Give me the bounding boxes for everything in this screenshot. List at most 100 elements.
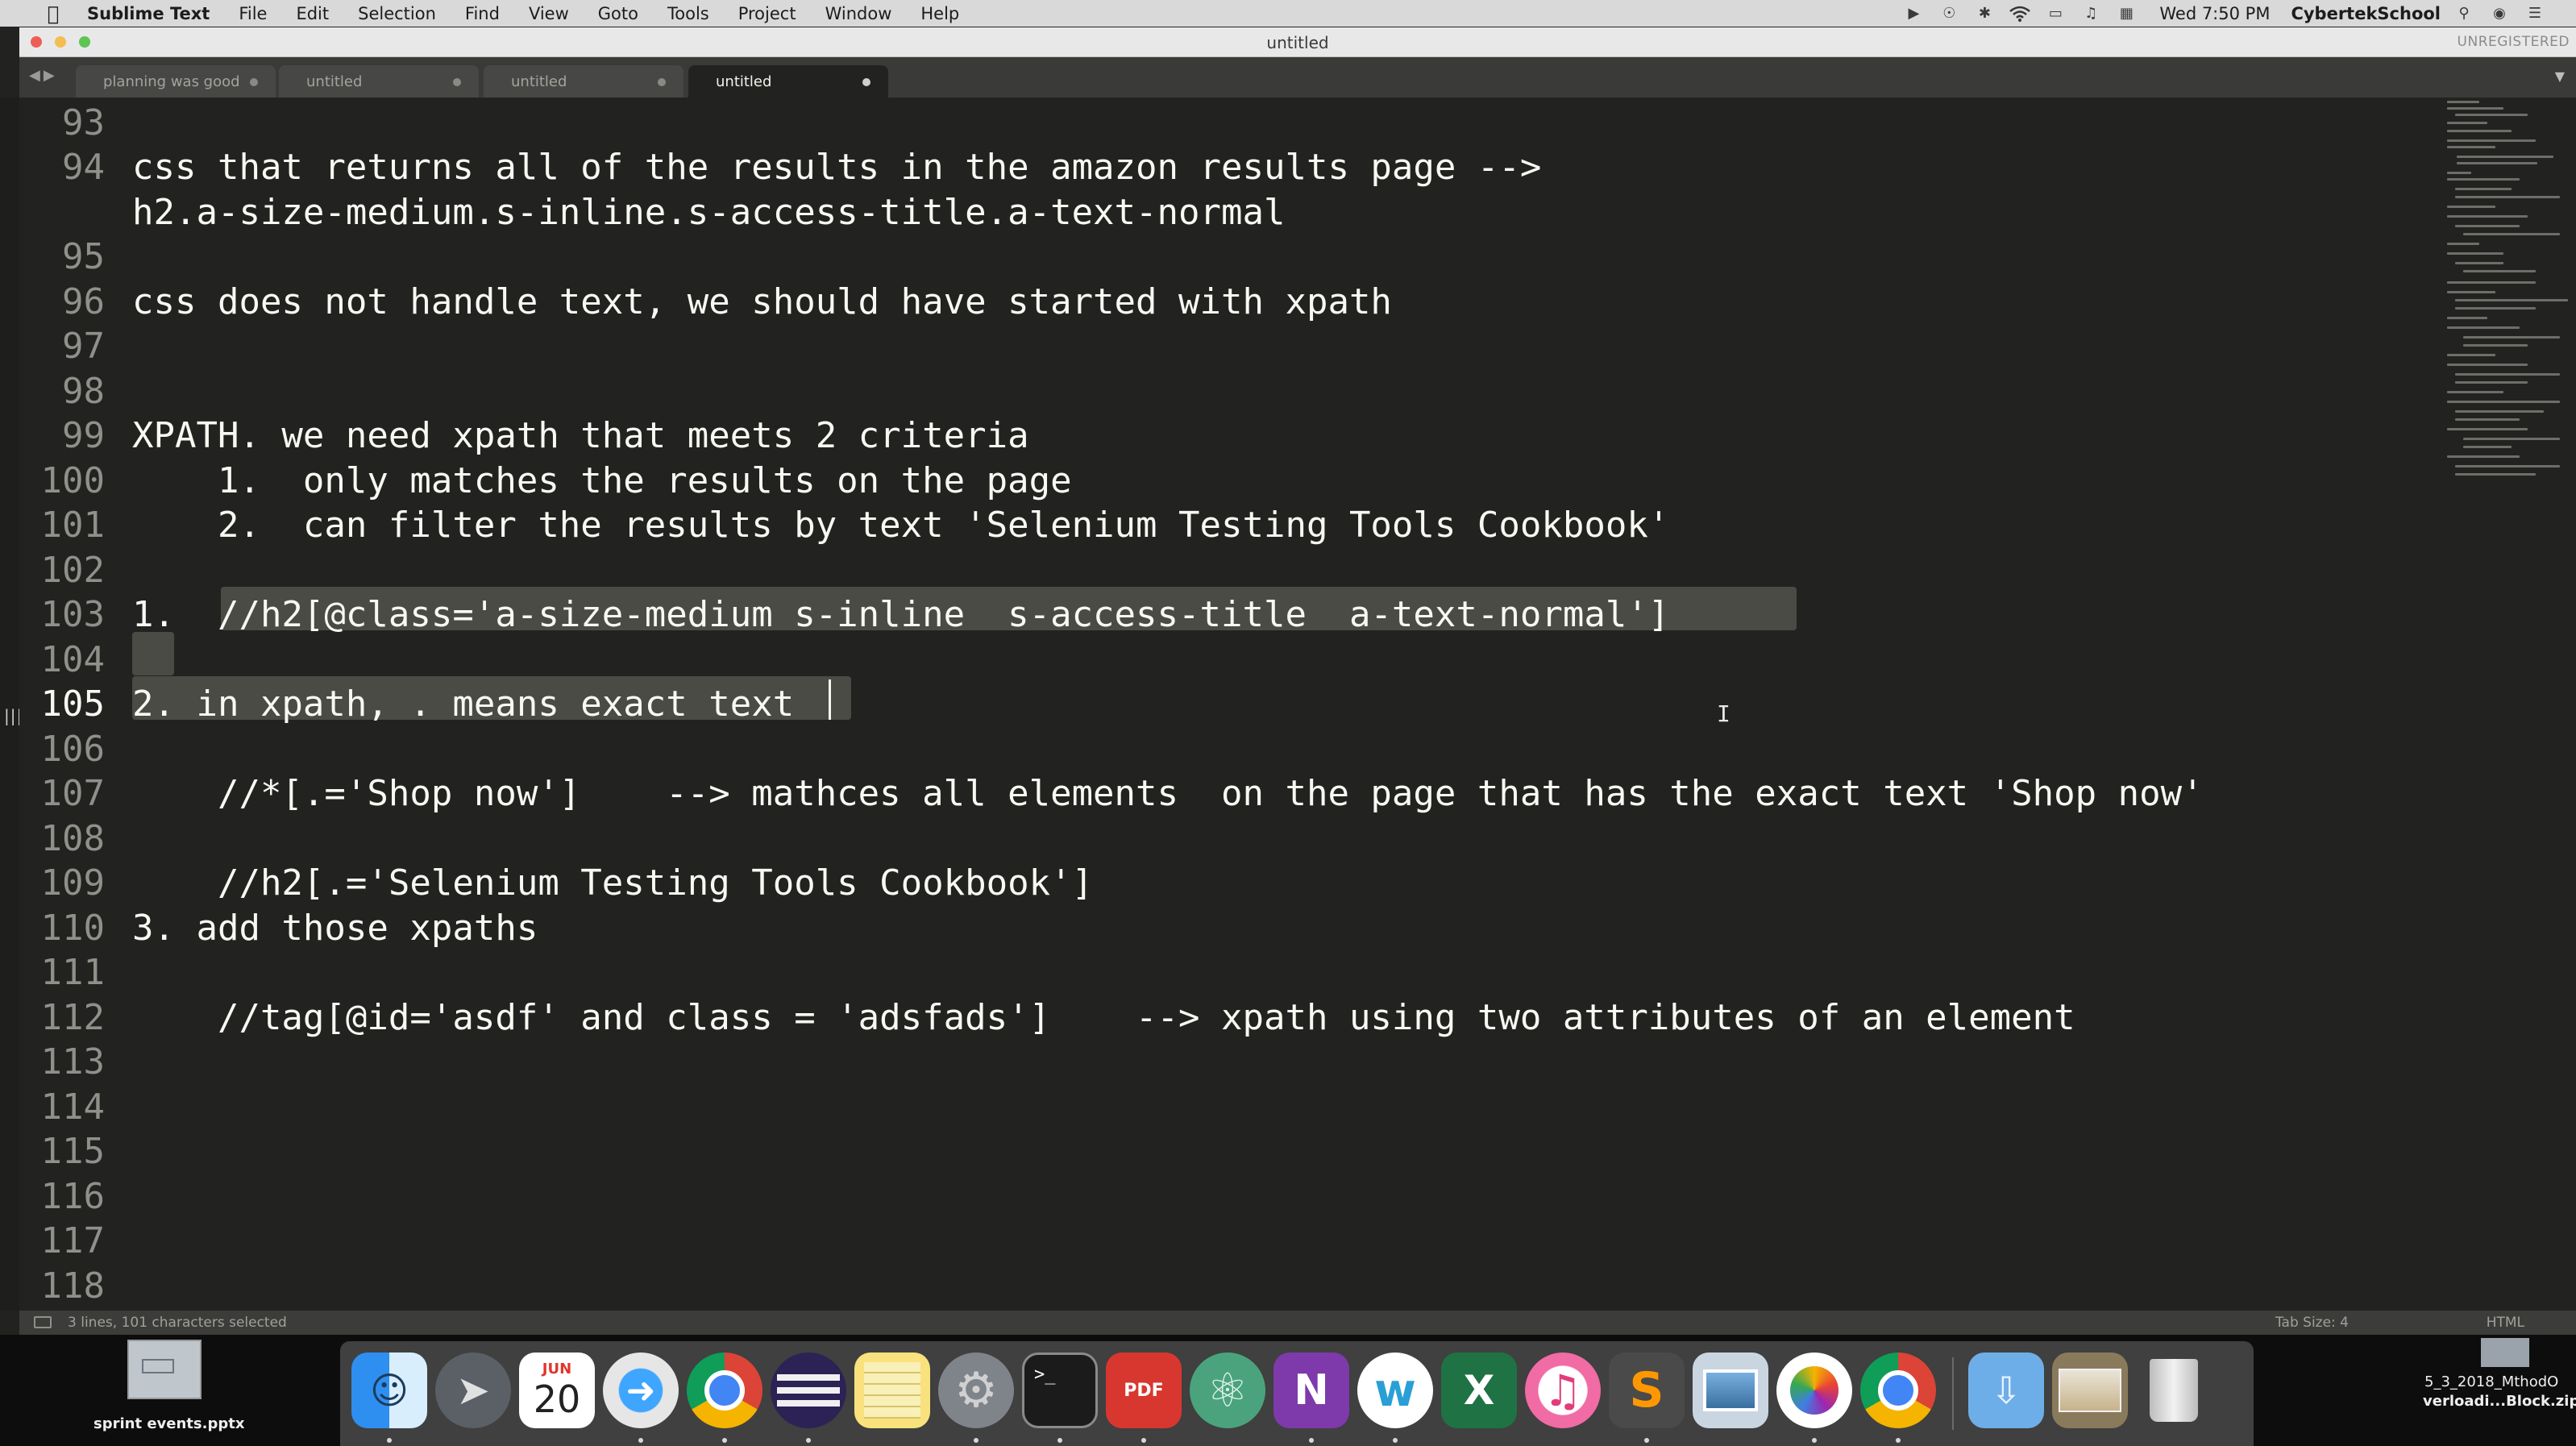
code-line[interactable]: 110 3. add those xpaths: [19, 903, 2429, 949]
tab-modified-dot-icon[interactable]: [250, 78, 258, 86]
code-line[interactable]: 99 XPATH. we need xpath that meets 2 crit…: [19, 410, 2429, 456]
code-line[interactable]: 116: [19, 1171, 2429, 1217]
code-line[interactable]: 98: [19, 366, 2429, 412]
syntax-selector[interactable]: HTML: [2487, 1315, 2524, 1331]
menu-help[interactable]: Help: [920, 4, 959, 23]
chrome-icon[interactable]: [687, 1353, 762, 1428]
code-line[interactable]: 94 css that returns all of the results in…: [19, 142, 2429, 188]
desktop-file-label[interactable]: sprint events.pptx: [93, 1415, 244, 1432]
code-line-current[interactable]: 105 2. in xpath, . means exact text: [19, 679, 2429, 725]
excel-icon[interactable]: X: [1441, 1353, 1517, 1428]
trash-icon[interactable]: [2136, 1353, 2212, 1428]
eclipse-icon[interactable]: [771, 1353, 846, 1428]
desktop-zip-label-line2[interactable]: verloadi...Block.zip: [2423, 1393, 2576, 1410]
tab-size-selector[interactable]: Tab Size: 4: [2275, 1315, 2349, 1331]
finder-icon[interactable]: ☺: [351, 1353, 427, 1428]
code-line[interactable]: 118: [19, 1261, 2429, 1307]
tab-untitled-1[interactable]: untitled: [279, 65, 479, 98]
terminal-icon[interactable]: >_: [1022, 1353, 1098, 1428]
code-line[interactable]: 111: [19, 947, 2429, 993]
menu-project[interactable]: Project: [738, 4, 796, 23]
code-line[interactable]: 108: [19, 813, 2429, 859]
code-line[interactable]: 95: [19, 231, 2429, 277]
line-text[interactable]: //*[.='Shop now'] --> mathces all elemen…: [132, 773, 2204, 814]
code-line[interactable]: 114: [19, 1082, 2429, 1128]
desktop-stack-icon[interactable]: [2052, 1353, 2128, 1428]
onenote-icon[interactable]: N: [1273, 1353, 1349, 1428]
code-line[interactable]: 100 1. only matches the results on the p…: [19, 455, 2429, 501]
pdf-app-icon[interactable]: PDF: [1106, 1353, 1182, 1428]
calendar-status-icon[interactable]: ▦: [2114, 4, 2138, 23]
menu-tools[interactable]: Tools: [667, 4, 709, 23]
code-line[interactable]: 101 2. can filter the results by text 'S…: [19, 500, 2429, 546]
code-line[interactable]: 102: [19, 545, 2429, 591]
webex-icon[interactable]: w: [1357, 1353, 1433, 1428]
zip-file-icon[interactable]: [2481, 1338, 2529, 1367]
itunes-icon[interactable]: ♫: [1525, 1353, 1601, 1428]
line-text[interactable]: 3. add those xpaths: [132, 908, 538, 949]
line-text[interactable]: css that returns all of the results in t…: [132, 147, 1541, 188]
code-line[interactable]: 96 css does not handle text, we should ha…: [19, 276, 2429, 322]
wifi-icon[interactable]: [2008, 4, 2032, 23]
preview-icon[interactable]: [1693, 1353, 1768, 1428]
apple-menu-icon[interactable]: : [42, 2, 64, 25]
system-preferences-icon[interactable]: ⚙: [938, 1353, 1014, 1428]
line-text[interactable]: XPATH. we need xpath that meets 2 criter…: [132, 415, 1029, 456]
menubar-clock[interactable]: Wed 7:50 PM: [2159, 4, 2270, 23]
console-toggle-icon[interactable]: [34, 1316, 52, 1328]
menu-selection[interactable]: Selection: [358, 4, 436, 23]
minimap[interactable]: [2447, 98, 2576, 501]
code-line[interactable]: 107 //*[.='Shop now'] --> mathces all el…: [19, 768, 2429, 814]
tab-untitled-active[interactable]: untitled: [688, 65, 888, 98]
line-text[interactable]: 1. //h2[@class='a-size-medium s-inline s…: [132, 594, 1669, 635]
chrome-icon[interactable]: [1860, 1353, 1936, 1428]
calendar-icon[interactable]: JUN 20: [519, 1353, 595, 1428]
code-line[interactable]: 109 //h2[.='Selenium Testing Tools Cookb…: [19, 858, 2429, 904]
line-text[interactable]: 2. in xpath, . means exact text: [132, 684, 794, 725]
pptx-file-icon[interactable]: [127, 1340, 202, 1399]
tab-modified-dot-icon[interactable]: [453, 78, 461, 86]
launchpad-icon[interactable]: ➤: [435, 1353, 511, 1428]
code-line[interactable]: 106: [19, 724, 2429, 770]
tab-planning-was-good[interactable]: planning was good: [76, 65, 276, 98]
notification-center-icon[interactable]: ☰: [2523, 4, 2547, 23]
code-line[interactable]: 115: [19, 1126, 2429, 1172]
tab-untitled-2[interactable]: untitled: [484, 65, 683, 98]
menubar-user[interactable]: CybertekSchool: [2291, 4, 2441, 23]
tab-navigation-arrows-icon[interactable]: ◀▶: [29, 67, 58, 84]
volume-icon[interactable]: ♫: [2079, 4, 2103, 23]
line-text[interactable]: css does not handle text, we should have…: [132, 281, 1392, 322]
menu-find[interactable]: Find: [465, 4, 500, 23]
code-line[interactable]: 112 //tag[@id='asdf' and class = 'adsfad…: [19, 992, 2429, 1038]
code-line[interactable]: 97: [19, 321, 2429, 367]
tab-modified-dot-icon[interactable]: [862, 78, 870, 86]
bluetooth-icon[interactable]: ✱: [1972, 4, 1996, 23]
tab-list-dropdown-icon[interactable]: ▼: [2555, 69, 2565, 84]
airplay-icon[interactable]: ▭: [2043, 4, 2067, 23]
line-text[interactable]: //h2[.='Selenium Testing Tools Cookbook'…: [132, 862, 1093, 904]
line-text[interactable]: //tag[@id='asdf' and class = 'adsfads'] …: [132, 997, 2075, 1038]
tab-modified-dot-icon[interactable]: [658, 78, 666, 86]
menu-edit[interactable]: Edit: [296, 4, 329, 23]
menu-goto[interactable]: Goto: [598, 4, 638, 23]
notes-icon[interactable]: [854, 1353, 930, 1428]
line-text[interactable]: 1. only matches the results on the page: [132, 460, 1072, 501]
line-text[interactable]: h2.a-size-medium.s-inline.s-access-title…: [132, 192, 1285, 233]
desktop-zip-label-line1[interactable]: 5_3_2018_MthodO: [2424, 1373, 2558, 1390]
menu-window[interactable]: Window: [825, 4, 892, 23]
accessibility-icon[interactable]: ☉: [1937, 4, 1961, 23]
code-line[interactable]: 104: [19, 634, 2429, 680]
siri-icon[interactable]: ◉: [2487, 4, 2512, 23]
safari-icon[interactable]: ➜: [603, 1353, 679, 1428]
play-icon[interactable]: ▶: [1901, 4, 1926, 23]
menu-view[interactable]: View: [529, 4, 569, 23]
code-line-wrapped[interactable]: h2.a-size-medium.s-inline.s-access-title…: [19, 187, 2429, 233]
code-line[interactable]: 93: [19, 98, 2429, 143]
photos-icon[interactable]: [1776, 1353, 1852, 1428]
spotlight-search-icon[interactable]: ⚲: [2452, 4, 2476, 23]
code-line[interactable]: 103 1. //h2[@class='a-size-medium s-inlin…: [19, 589, 2429, 635]
menu-file[interactable]: File: [239, 4, 267, 23]
code-line[interactable]: 113: [19, 1037, 2429, 1082]
sublime-text-icon[interactable]: S: [1609, 1353, 1685, 1428]
atom-icon[interactable]: ⚛: [1190, 1353, 1265, 1428]
